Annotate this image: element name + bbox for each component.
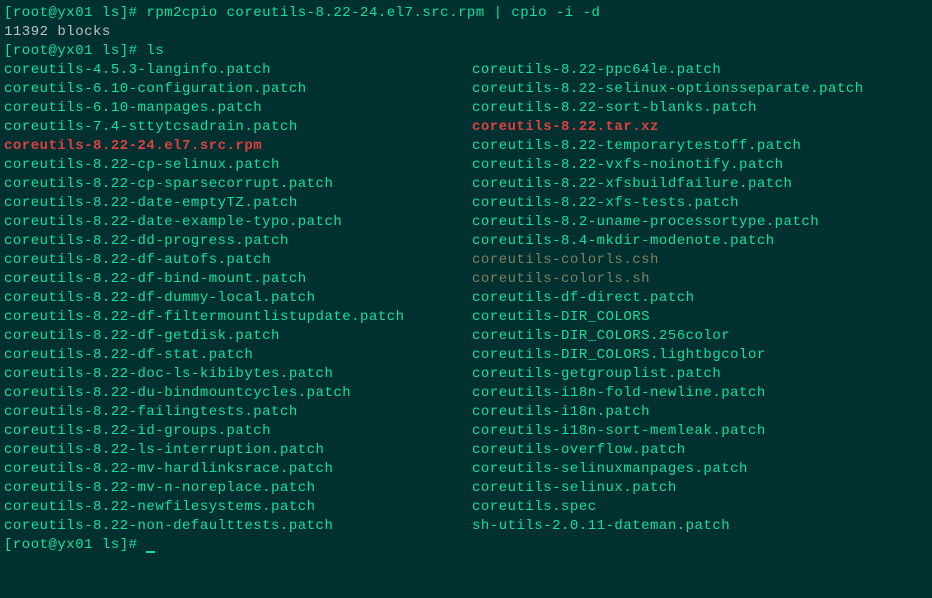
file-entry: coreutils-8.22-non-defaulttests.patch (4, 517, 472, 536)
file-entry: coreutils-DIR_COLORS.256color (472, 327, 864, 346)
file-entry: coreutils-8.22-df-stat.patch (4, 346, 472, 365)
terminal-window[interactable]: [root@yx01 ls]# rpm2cpio coreutils-8.22-… (4, 4, 928, 555)
file-entry: coreutils-6.10-configuration.patch (4, 80, 472, 99)
ls-column-1: coreutils-4.5.3-langinfo.patchcoreutils-… (4, 61, 472, 536)
file-entry: coreutils-8.22-mv-hardlinksrace.patch (4, 460, 472, 479)
file-entry: coreutils-8.22-cp-sparsecorrupt.patch (4, 175, 472, 194)
file-entry: coreutils-8.22-df-dummy-local.patch (4, 289, 472, 308)
file-entry: coreutils-selinux.patch (472, 479, 864, 498)
file-entry: coreutils-8.22.tar.xz (472, 118, 864, 137)
file-entry: coreutils-8.22-df-filtermountlistupdate.… (4, 308, 472, 327)
file-entry: coreutils-8.22-mv-n-noreplace.patch (4, 479, 472, 498)
file-entry: coreutils-8.2-uname-processortype.patch (472, 213, 864, 232)
ls-output: coreutils-4.5.3-langinfo.patchcoreutils-… (4, 61, 928, 536)
file-entry: coreutils-8.22-df-autofs.patch (4, 251, 472, 270)
file-entry: coreutils-8.4-mkdir-modenote.patch (472, 232, 864, 251)
file-entry: coreutils-6.10-manpages.patch (4, 99, 472, 118)
file-entry: coreutils-i18n.patch (472, 403, 864, 422)
file-entry: coreutils-8.22-temporarytestoff.patch (472, 137, 864, 156)
command-line-1: [root@yx01 ls]# rpm2cpio coreutils-8.22-… (4, 4, 928, 23)
shell-prompt: [root@yx01 ls]# (4, 5, 146, 21)
cursor-icon (146, 551, 155, 553)
command-line-2: [root@yx01 ls]# ls (4, 42, 928, 61)
file-entry: coreutils-8.22-du-bindmountcycles.patch (4, 384, 472, 403)
output-line: 11392 blocks (4, 23, 928, 42)
file-entry: coreutils-7.4-sttytcsadrain.patch (4, 118, 472, 137)
file-entry: coreutils-8.22-selinux-optionsseparate.p… (472, 80, 864, 99)
file-entry: coreutils-DIR_COLORS.lightbgcolor (472, 346, 864, 365)
file-entry: coreutils-8.22-dd-progress.patch (4, 232, 472, 251)
file-entry: coreutils-8.22-failingtests.patch (4, 403, 472, 422)
file-entry: coreutils-8.22-24.el7.src.rpm (4, 137, 472, 156)
command-text: ls (146, 43, 164, 59)
file-entry: coreutils-8.22-doc-ls-kibibytes.patch (4, 365, 472, 384)
file-entry: coreutils-8.22-vxfs-noinotify.patch (472, 156, 864, 175)
shell-prompt: [root@yx01 ls]# (4, 537, 146, 553)
file-entry: coreutils-df-direct.patch (472, 289, 864, 308)
file-entry: coreutils-i18n-fold-newline.patch (472, 384, 864, 403)
shell-prompt: [root@yx01 ls]# (4, 43, 146, 59)
file-entry: coreutils-8.22-id-groups.patch (4, 422, 472, 441)
file-entry: coreutils-i18n-sort-memleak.patch (472, 422, 864, 441)
file-entry: coreutils-DIR_COLORS (472, 308, 864, 327)
file-entry: coreutils-8.22-date-example-typo.patch (4, 213, 472, 232)
file-entry: coreutils-8.22-df-bind-mount.patch (4, 270, 472, 289)
file-entry: coreutils-getgrouplist.patch (472, 365, 864, 384)
file-entry: coreutils-8.22-newfilesystems.patch (4, 498, 472, 517)
file-entry: coreutils-colorls.csh (472, 251, 864, 270)
command-text: rpm2cpio coreutils-8.22-24.el7.src.rpm |… (146, 5, 600, 21)
file-entry: coreutils-overflow.patch (472, 441, 864, 460)
file-entry: coreutils-colorls.sh (472, 270, 864, 289)
file-entry: coreutils-8.22-xfsbuildfailure.patch (472, 175, 864, 194)
file-entry: coreutils-4.5.3-langinfo.patch (4, 61, 472, 80)
file-entry: coreutils-8.22-cp-selinux.patch (4, 156, 472, 175)
file-entry: coreutils-8.22-sort-blanks.patch (472, 99, 864, 118)
file-entry: coreutils.spec (472, 498, 864, 517)
file-entry: coreutils-8.22-ppc64le.patch (472, 61, 864, 80)
ls-column-2: coreutils-8.22-ppc64le.patchcoreutils-8.… (472, 61, 864, 536)
file-entry: coreutils-8.22-ls-interruption.patch (4, 441, 472, 460)
file-entry: coreutils-selinuxmanpages.patch (472, 460, 864, 479)
file-entry: sh-utils-2.0.11-dateman.patch (472, 517, 864, 536)
command-line-3: [root@yx01 ls]# (4, 536, 928, 555)
file-entry: coreutils-8.22-df-getdisk.patch (4, 327, 472, 346)
file-entry: coreutils-8.22-date-emptyTZ.patch (4, 194, 472, 213)
file-entry: coreutils-8.22-xfs-tests.patch (472, 194, 864, 213)
